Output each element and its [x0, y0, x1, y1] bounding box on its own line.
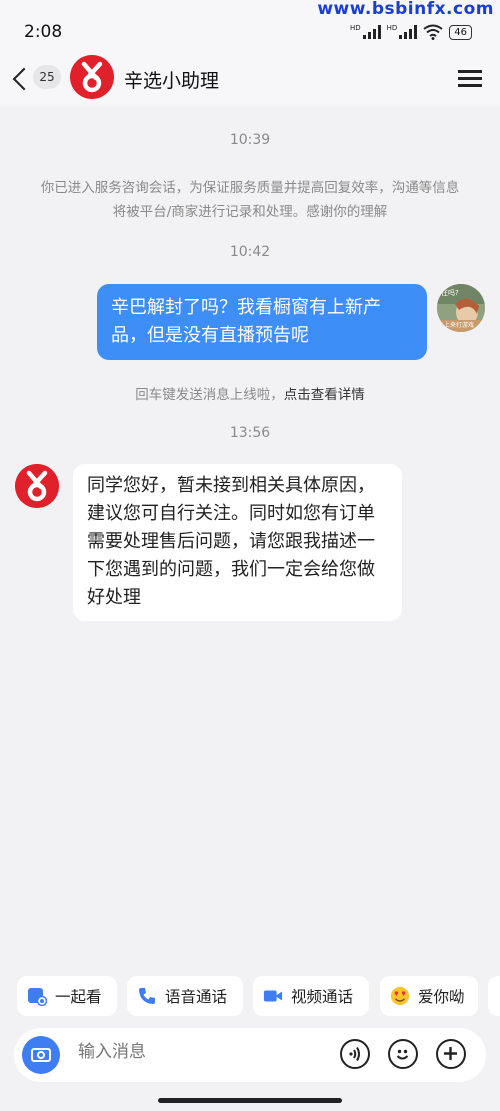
heart-eyes-emoji-icon — [390, 986, 410, 1006]
quick-action-label: 一起看 — [55, 988, 102, 1006]
signal-icon — [362, 25, 381, 39]
user-avatar[interactable]: 在吗? 上来打游戏 — [437, 284, 485, 332]
watermark: www.bsbinfx.com — [317, 0, 494, 19]
brand-logo-icon — [15, 464, 59, 508]
chat-title: 辛选小助理 — [124, 70, 220, 92]
menu-icon[interactable] — [458, 68, 482, 88]
status-time: 2:08 — [24, 22, 63, 42]
watch-together-icon — [28, 988, 47, 1006]
quick-action-voice-call[interactable]: 语音通话 — [127, 976, 243, 1016]
quick-action-label: 语音通话 — [165, 988, 228, 1006]
quick-action-video-call[interactable]: 视频通话 — [253, 976, 369, 1016]
timestamp: 13:56 — [229, 425, 271, 441]
timestamp: 10:39 — [229, 132, 271, 148]
hd-label-2: HD — [386, 24, 398, 32]
wifi-icon — [423, 24, 443, 40]
camera-button[interactable] — [22, 1036, 60, 1074]
assistant-avatar[interactable] — [15, 464, 59, 508]
back-button[interactable] — [10, 64, 32, 92]
status-icons: HD HD 46 — [350, 24, 472, 40]
chat-header: 25 辛选小助理 — [0, 52, 500, 106]
message-input-bar — [14, 1028, 486, 1082]
home-indicator[interactable] — [158, 1098, 342, 1103]
avatar-overlay-text: 上来打游戏 — [444, 322, 475, 329]
incoming-message-bubble[interactable]: 同学您好，暂未接到相关具体原因，建议您可自行关注。同时如您有订单需要处理售后问题… — [73, 464, 402, 621]
hd-label-1: HD — [349, 24, 361, 32]
signal-icon — [399, 25, 418, 39]
outgoing-message-bubble[interactable]: 辛巴解封了吗？我看橱窗有上新产品，但是没有直播预告呢 — [97, 284, 427, 360]
status-bar: 2:08 www.bsbinfx.com HD HD 46 — [0, 0, 500, 52]
more-options-button[interactable] — [436, 1039, 466, 1069]
video-camera-icon — [263, 990, 283, 1002]
quick-action-watch-together[interactable]: 一起看 — [17, 976, 117, 1016]
unread-count-badge[interactable]: 25 — [33, 65, 61, 89]
voice-wave-icon — [349, 1046, 360, 1062]
timestamp: 10:42 — [229, 244, 271, 260]
system-notice: 你已进入服务咨询会话，为保证服务质量并提高回复效率，沟通等信息将被平台/商家进行… — [40, 180, 460, 220]
quick-action-label: 爱你呦 — [418, 988, 465, 1006]
hint-text: 回车键发送消息上线啦， — [135, 387, 284, 403]
quick-action-label: 视频通话 — [291, 988, 354, 1006]
quick-action-bar: 一起看 语音通话 视频通话 爱你呦 — [0, 976, 500, 1016]
brand-avatar[interactable] — [70, 55, 114, 99]
quick-action-love-you[interactable]: 爱你呦 — [380, 976, 478, 1016]
brand-logo-icon — [70, 55, 114, 99]
battery-indicator: 46 — [449, 24, 472, 40]
quick-action-more[interactable] — [488, 976, 500, 1016]
plus-icon — [444, 1047, 457, 1060]
phone-icon — [139, 988, 155, 1004]
voice-input-button[interactable] — [340, 1039, 370, 1069]
emoji-button[interactable] — [388, 1039, 418, 1069]
avatar-overlay-text: 在吗? — [441, 289, 459, 297]
feature-hint: 回车键发送消息上线啦，点击查看详情 — [0, 383, 500, 403]
message-input[interactable] — [78, 1042, 328, 1062]
view-details-link[interactable]: 点击查看详情 — [284, 387, 365, 403]
smiley-icon — [396, 1049, 409, 1060]
